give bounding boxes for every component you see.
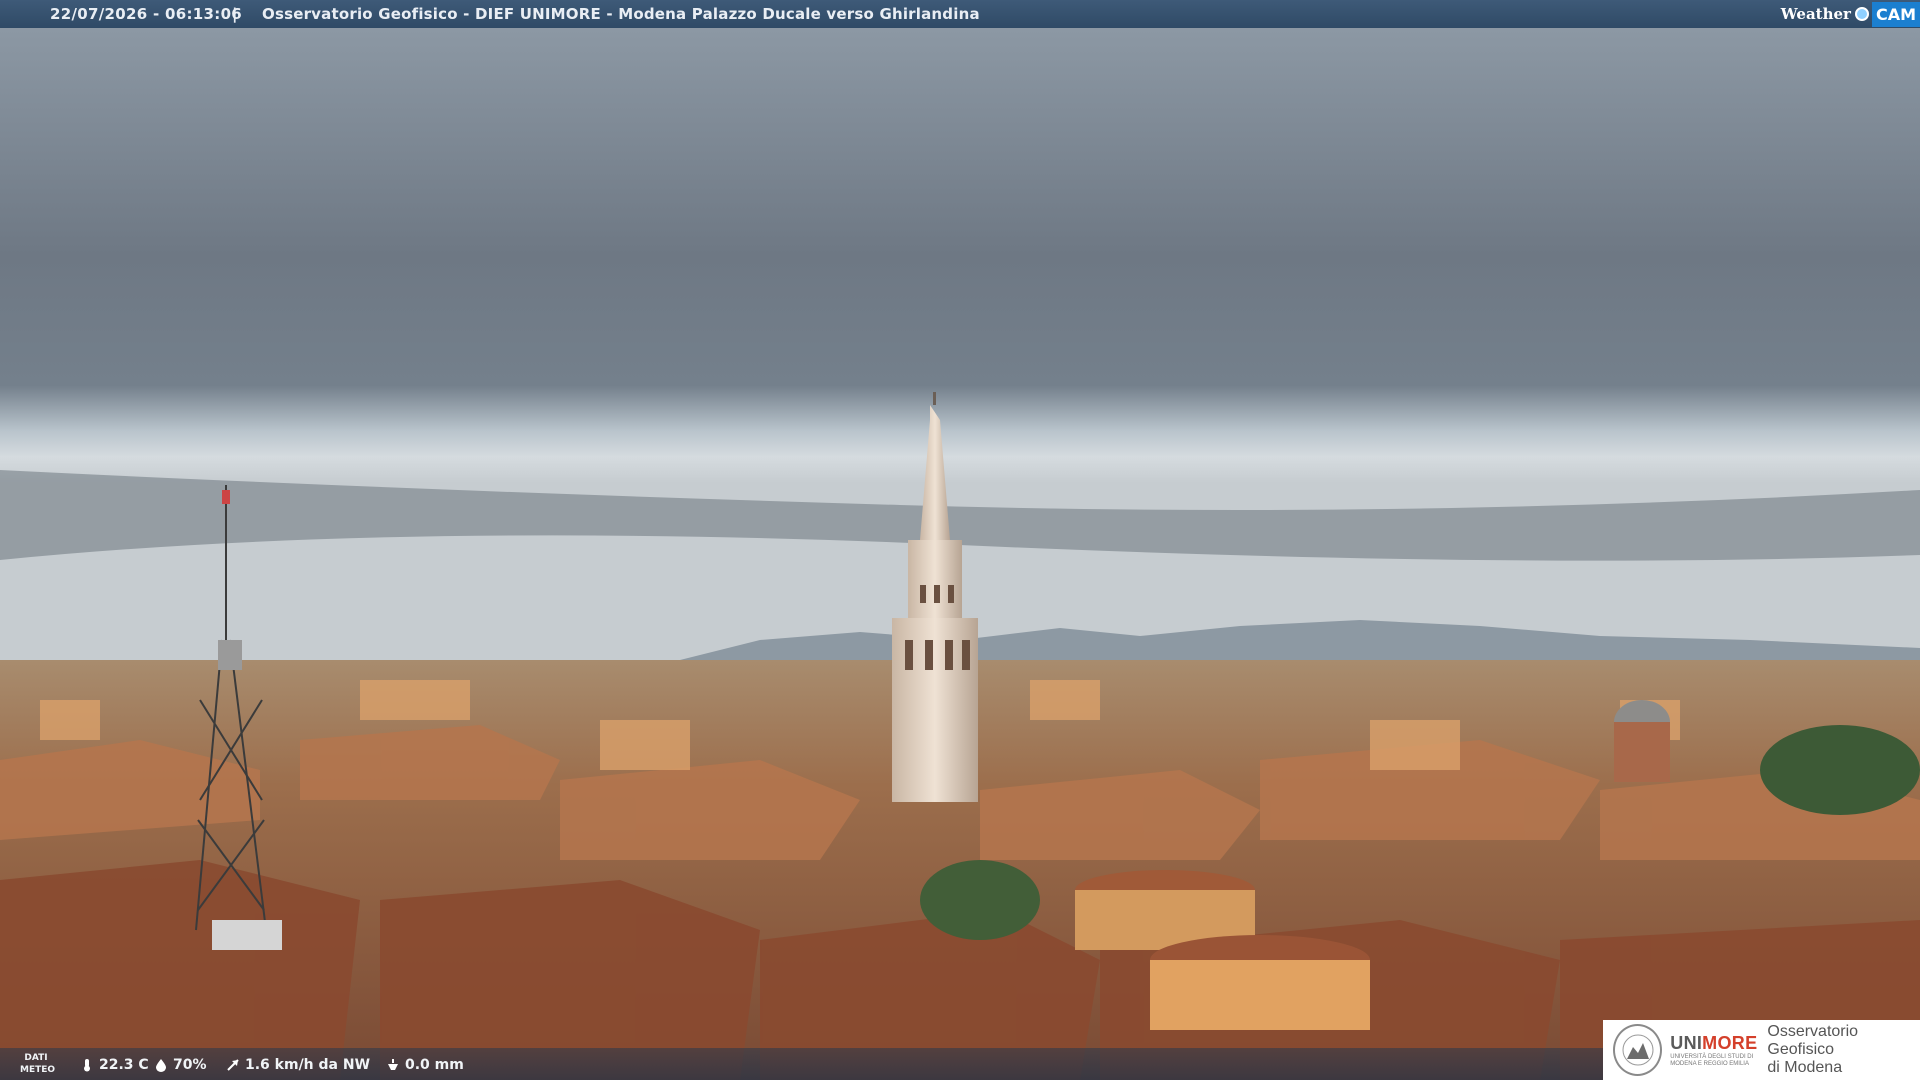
humidity-drop-icon [156, 1059, 166, 1072]
wind-reading: 1.6 km/h da NW [226, 1057, 370, 1073]
humidity-reading: 70% [154, 1057, 207, 1073]
brand-dot-icon [1854, 7, 1869, 21]
rain-value: 0.0 mm [405, 1057, 464, 1073]
university-seal-icon [1613, 1024, 1663, 1076]
observatory-name: Osservatorio Geofisico di Modena [1767, 1023, 1920, 1077]
unimore-wordmark: UNIMORE UNIVERSITÀ DEGLI STUDI DI MODENA… [1670, 1033, 1757, 1068]
rain-gauge-icon [388, 1059, 398, 1070]
observatory-line1: Osservatorio Geofisico [1767, 1023, 1859, 1058]
humidity-value: 70% [173, 1057, 207, 1073]
webcam-image [0, 28, 1920, 1080]
temperature-reading: 22.3 C [80, 1057, 149, 1073]
unimore-observatory-logo: UNIMORE UNIVERSITÀ DEGLI STUDI DI MODENA… [1603, 1020, 1920, 1080]
brand-word: Weather [1780, 5, 1851, 23]
temperature-value: 22.3 C [99, 1057, 149, 1073]
observatory-line2: di Modena [1767, 1059, 1843, 1076]
thermometer-icon [84, 1059, 90, 1072]
webcam-frame: 22/07/2026 - 06:13:06 | Osservatorio Geo… [0, 0, 1920, 1080]
caption-bar: 22/07/2026 - 06:13:06 | Osservatorio Geo… [0, 0, 1920, 28]
meteo-label-line1: DATI [24, 1053, 48, 1063]
timestamp: 22/07/2026 - 06:13:06 [50, 5, 243, 23]
caption-separator: | [232, 5, 238, 23]
meteo-label-line2: METEO [20, 1065, 56, 1075]
meteo-label: DATI METEO [20, 1052, 56, 1076]
uni-text: UNI [1670, 1032, 1703, 1053]
wind-vane-icon [227, 1059, 239, 1071]
camera-title: Osservatorio Geofisico - DIEF UNIMORE - … [262, 5, 980, 23]
uni-subline1: UNIVERSITÀ DEGLI STUDI DI [1670, 1053, 1754, 1060]
brand-box: CAM [1871, 1, 1920, 27]
weathercam-logo: Weather CAM [1781, 0, 1920, 28]
uni-subline2: MODENA E REGGIO EMILIA [1670, 1060, 1749, 1067]
wind-value: 1.6 km/h da NW [245, 1057, 371, 1073]
more-text: MORE [1702, 1032, 1758, 1053]
rain-reading: 0.0 mm [386, 1057, 464, 1073]
